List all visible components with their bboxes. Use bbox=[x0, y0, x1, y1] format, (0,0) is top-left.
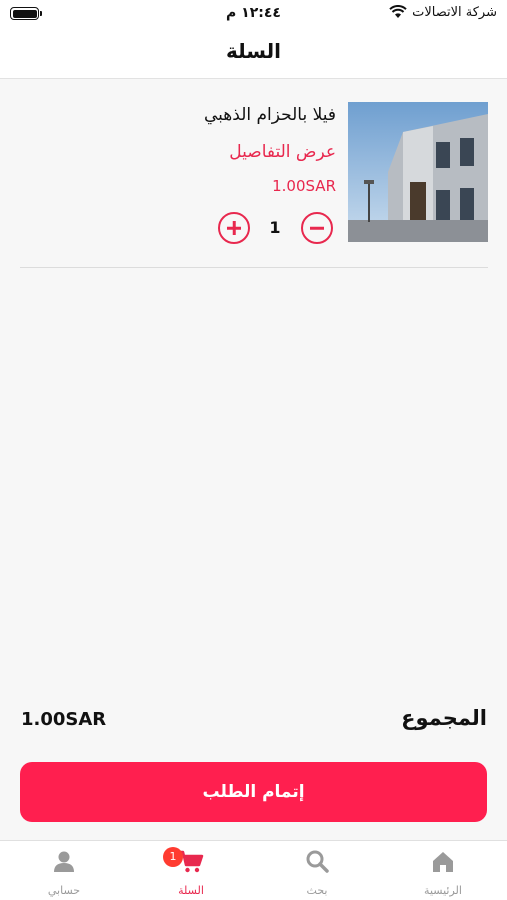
cart-count-badge: 1 bbox=[163, 847, 183, 867]
quantity-value: 1 bbox=[269, 218, 281, 237]
view-details-link[interactable]: عرض التفاصيل bbox=[229, 142, 336, 162]
carrier-name: شركة الاتصالات bbox=[412, 5, 497, 20]
decrease-quantity-button[interactable] bbox=[301, 212, 333, 244]
tab-search[interactable]: بحث bbox=[254, 841, 380, 900]
tab-cart[interactable]: 1 السلة bbox=[128, 841, 254, 900]
tab-account[interactable]: حسابي bbox=[1, 841, 127, 900]
tab-home[interactable]: الرئيسية bbox=[380, 841, 506, 900]
wifi-icon bbox=[389, 5, 407, 18]
checkout-button[interactable]: إتمام الطلب bbox=[20, 762, 487, 822]
tab-account-label: حسابي bbox=[47, 884, 81, 897]
person-icon bbox=[54, 851, 74, 872]
search-icon bbox=[306, 850, 329, 873]
product-name: فيلا بالحزام الذهبي bbox=[204, 105, 336, 125]
status-bar: ١٢:٤٤ م شركة الاتصالات bbox=[0, 0, 507, 30]
nav-header: السلة bbox=[0, 30, 507, 79]
increase-quantity-button[interactable] bbox=[218, 212, 250, 244]
page-title: السلة bbox=[225, 39, 281, 63]
villa-photo[interactable] bbox=[348, 102, 488, 242]
tab-search-label: بحث bbox=[306, 884, 328, 897]
minus-icon bbox=[310, 226, 324, 230]
cart-item: فيلا بالحزام الذهبي عرض التفاصيل 1.00SAR… bbox=[20, 102, 488, 268]
total-label: المجموع bbox=[401, 706, 487, 730]
home-icon bbox=[433, 852, 453, 872]
tab-cart-label: السلة bbox=[178, 884, 204, 897]
total-value: 1.00SAR bbox=[21, 709, 107, 730]
product-price: 1.00SAR bbox=[272, 177, 336, 195]
tab-bar: الرئيسية بحث 1 السلة حسابي bbox=[0, 840, 507, 900]
tab-home-label: الرئيسية bbox=[424, 884, 462, 897]
